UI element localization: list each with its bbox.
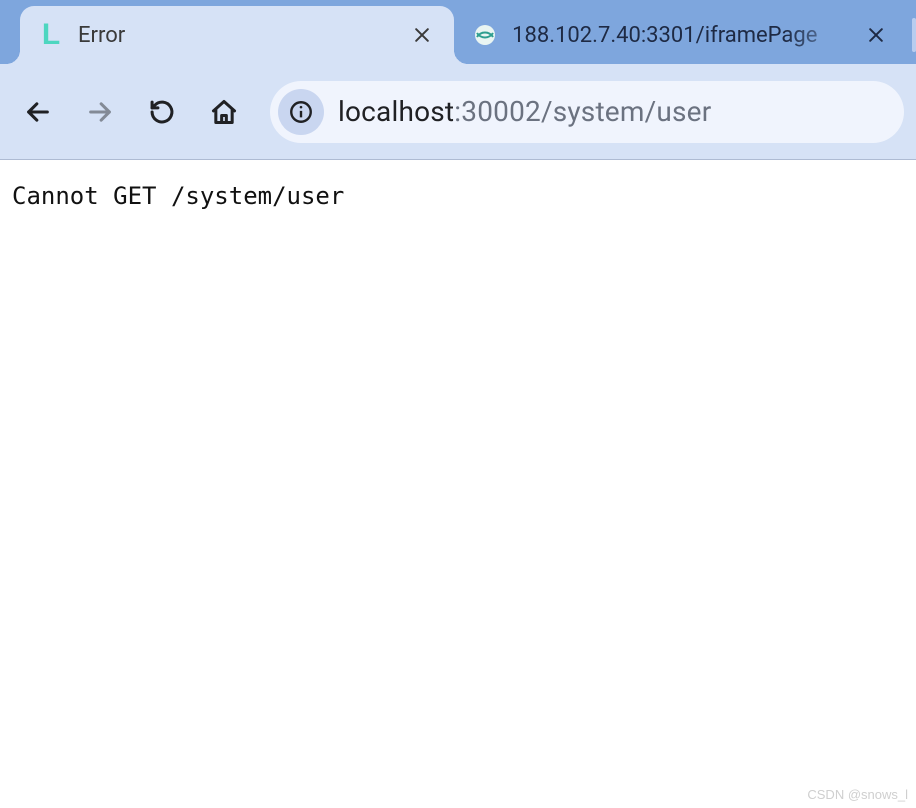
tab-strip-end-indicator — [912, 18, 916, 52]
close-icon — [866, 25, 886, 45]
arrow-left-icon — [24, 98, 52, 126]
address-bar[interactable]: localhost:30002/system/user — [270, 81, 904, 143]
tab-close-button[interactable] — [860, 19, 892, 51]
watermark: CSDN @snows_l — [807, 787, 908, 802]
browser-chrome: L Error 188.102.7.40:3301/iframePage — [0, 0, 916, 160]
tab-close-button[interactable] — [406, 19, 438, 51]
favicon-letter-icon: L — [38, 22, 64, 48]
forward-button[interactable] — [74, 86, 126, 138]
tab-inactive[interactable]: 188.102.7.40:3301/iframePage — [454, 6, 908, 64]
arrow-right-icon — [86, 98, 114, 126]
url-host: localhost — [338, 95, 454, 128]
reload-button[interactable] — [136, 86, 188, 138]
reload-icon — [148, 98, 176, 126]
tab-title: Error — [78, 23, 400, 48]
favicon-swirl-icon — [472, 22, 498, 48]
close-icon — [412, 25, 432, 45]
error-message: Cannot GET /system/user — [12, 182, 904, 210]
tab-strip: L Error 188.102.7.40:3301/iframePage — [0, 0, 916, 64]
back-button[interactable] — [12, 86, 64, 138]
page-body: Cannot GET /system/user — [0, 160, 916, 232]
tab-active[interactable]: L Error — [20, 6, 454, 64]
home-icon — [210, 98, 238, 126]
url-text: localhost:30002/system/user — [338, 95, 711, 128]
tab-title: 188.102.7.40:3301/iframePage — [512, 23, 854, 48]
home-button[interactable] — [198, 86, 250, 138]
url-path: :30002/system/user — [454, 95, 711, 128]
toolbar: localhost:30002/system/user — [0, 64, 916, 160]
info-icon — [288, 99, 314, 125]
site-info-button[interactable] — [278, 89, 324, 135]
